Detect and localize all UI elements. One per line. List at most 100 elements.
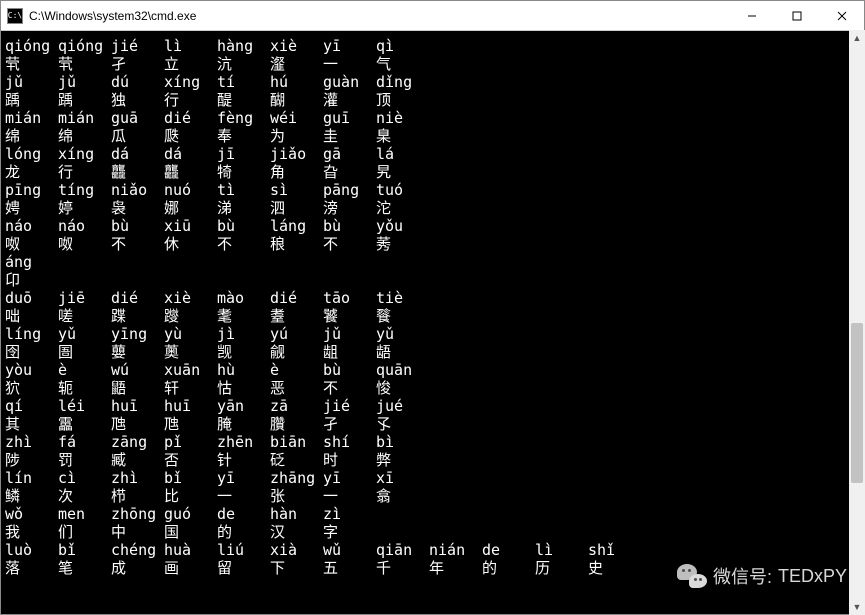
terminal-cell: sì [270,181,323,199]
terminal-cell: 踽 [5,91,58,109]
terminal-cell: yān [217,397,270,415]
close-button[interactable] [819,1,864,30]
terminal-cell: dié [270,289,323,307]
terminal-cell: wǒ [5,505,58,523]
terminal-cell: tuó [376,181,429,199]
terminal-cell: yīng [111,325,164,343]
terminal-cell: láng [270,217,323,235]
terminal-cell: 独 [111,91,164,109]
terminal-cell: 一 [323,55,376,73]
terminal-output[interactable]: qióngqióngjiélìhàngxièyīqì茕茕孑立沆瀣一气jǔjǔdú… [1,31,864,614]
terminal-cell: mián [5,109,58,127]
terminal-cell: huà [164,541,217,559]
terminal-cell: hàng [217,37,270,55]
terminal-row: 呶呶不休不稂不莠 [5,235,860,253]
terminal-cell: pāng [323,181,376,199]
terminal-cell: 张 [270,487,323,505]
terminal-cell: 气 [376,55,429,73]
terminal-cell: 餮 [376,307,429,325]
terminal-cell: 躞 [164,307,217,325]
terminal-cell: 一 [323,487,376,505]
terminal-cell: jǔ [58,73,111,91]
terminal-cell: 腌 [217,415,270,433]
terminal-cell: 嗟 [58,307,111,325]
terminal-cell: 画 [164,559,217,577]
minimize-button[interactable] [729,1,774,30]
terminal-cell: zì [323,505,376,523]
terminal-cell: 轭 [58,379,111,397]
terminal-cell: hú [270,73,323,91]
terminal-cell: xī [376,469,429,487]
terminal-cell: 瓞 [164,127,217,145]
titlebar[interactable]: C:\ C:\Windows\system32\cmd.exe [1,1,864,31]
terminal-cell: 罚 [58,451,111,469]
terminal-row: yòuèwúxuānhùèbùquān [5,361,860,379]
terminal-cell: bù [323,361,376,379]
terminal-cell: guā [111,109,164,127]
terminal-cell: yǔ [58,325,111,343]
terminal-cell: 涕 [217,199,270,217]
terminal-cell: 圭 [323,127,376,145]
terminal-cell: bù [111,217,164,235]
terminal-cell: 不 [323,235,376,253]
terminal-cell: dǐng [376,73,429,91]
terminal-row: 囹圄蘡薁觊觎龃龉 [5,343,860,361]
terminal-cell: fá [58,433,111,451]
terminal-cell: 臬 [376,127,429,145]
terminal-cell: wéi [270,109,323,127]
terminal-cell: 龙 [5,163,58,181]
terminal-cell: yī [323,37,376,55]
terminal-cell: 绵 [58,127,111,145]
terminal-cell: 行 [164,91,217,109]
terminal-cell: 翕 [376,487,429,505]
terminal-row: qíléihuīhuīyānzājiéjué [5,397,860,415]
terminal-cell: 茕 [58,55,111,73]
terminal-cell: 次 [58,487,111,505]
terminal-cell: biān [270,433,323,451]
terminal-cell: 顶 [376,91,429,109]
terminal-cell: 下 [270,559,323,577]
terminal-cell: qì [376,37,429,55]
terminal-cell: mào [217,289,270,307]
terminal-cell: bǐ [164,469,217,487]
scroll-track[interactable] [849,46,865,599]
terminal-cell: 臢 [270,415,323,433]
maximize-button[interactable] [774,1,819,30]
scroll-down-arrow[interactable]: ▼ [849,599,865,615]
terminal-cell: 觎 [270,343,323,361]
scroll-up-arrow[interactable]: ▲ [849,30,865,46]
terminal-cell: 恶 [270,379,323,397]
terminal-cell: pǐ [164,433,217,451]
terminal-cell: bì [376,433,429,451]
terminal-cell: de [217,505,270,523]
terminal-cell: 们 [58,523,111,541]
terminal-cell: zhì [5,433,58,451]
terminal-cell: 旮 [323,163,376,181]
scroll-thumb[interactable] [851,323,863,483]
terminal-row: wǒmenzhōngguódehànzì [5,505,860,523]
terminal-cell: 靁 [58,415,111,433]
terminal-cell: 留 [217,559,270,577]
terminal-cell: 龘 [164,163,217,181]
terminal-cell: 沱 [376,199,429,217]
terminal-cell: 陟 [5,451,58,469]
terminal-cell: chéng [111,541,164,559]
terminal-cell: jié [111,37,164,55]
terminal-cell: 否 [164,451,217,469]
terminal-row: zhìfázāngpǐzhēnbiānshíbì [5,433,860,451]
terminal-cell: luò [5,541,58,559]
terminal-cell: 咄 [5,307,58,325]
terminal-row: luòbǐchénghuàliúxiàwǔqiānniándelìshǐ [5,541,860,559]
terminal-cell: 的 [482,559,535,577]
vertical-scrollbar[interactable]: ▲ ▼ [849,30,865,615]
terminal-cell: 怙 [217,379,270,397]
terminal-cell: 狖 [5,379,58,397]
terminal-cell: 孑 [323,415,376,433]
terminal-cell: 呶 [58,235,111,253]
terminal-cell: náo [58,217,111,235]
terminal-cell: 中 [111,523,164,541]
terminal-cell: 饕 [323,307,376,325]
terminal-cell: 鼯 [111,379,164,397]
terminal-cell: xíng [164,73,217,91]
terminal-row: 我们中国的汉字 [5,523,860,541]
